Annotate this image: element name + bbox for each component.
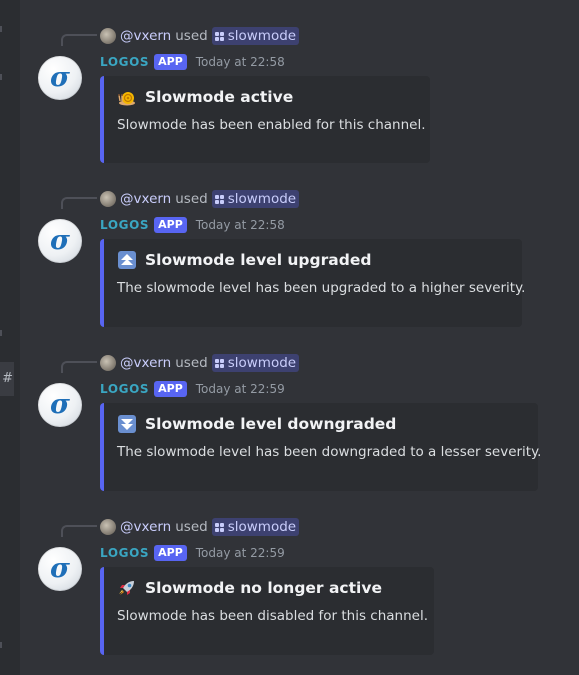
app-badge: APP [154, 381, 187, 397]
user-mention[interactable]: @vxern [120, 191, 171, 207]
embed-title: Slowmode no longer active [145, 579, 382, 597]
embed: Slowmode level downgraded The slowmode l… [100, 403, 542, 491]
channel-hash-icon[interactable]: # [0, 362, 14, 396]
embed-description: The slowmode level has been upgraded to … [117, 280, 526, 296]
bot-avatar[interactable]: σ [38, 547, 82, 591]
command-name: slowmode [227, 519, 297, 535]
channel-sidebar-edge: # [0, 0, 20, 675]
slash-command[interactable]: slowmode [211, 190, 300, 208]
snail-icon [117, 87, 137, 107]
embed-title: Slowmode level upgraded [145, 251, 372, 269]
sidebar-tick [0, 26, 2, 32]
used-label: used [175, 28, 208, 44]
message-header: LOGOS APP Today at 22:58 [100, 52, 285, 72]
embed: Slowmode no longer active Slowmode has b… [100, 567, 434, 655]
user-mention[interactable]: @vxern [120, 355, 171, 371]
author-name[interactable]: LOGOS [100, 218, 149, 232]
app-badge: APP [154, 217, 187, 233]
avatar-letter: σ [50, 552, 70, 584]
embed: Slowmode active Slowmode has been enable… [100, 76, 430, 163]
reply-connector [61, 34, 97, 46]
reply-connector [61, 525, 97, 537]
user-avatar-small[interactable] [100, 28, 116, 44]
embed-description: Slowmode has been enabled for this chann… [117, 117, 426, 133]
sidebar-tick [0, 74, 2, 80]
sidebar-tick [0, 330, 2, 336]
interaction-reply[interactable]: @vxern used slowmode [100, 353, 300, 373]
reply-connector [61, 197, 97, 209]
interaction-reply[interactable]: @vxern used slowmode [100, 26, 300, 46]
timestamp[interactable]: Today at 22:59 [196, 546, 285, 560]
message-header: LOGOS APP Today at 22:58 [100, 215, 285, 235]
timestamp[interactable]: Today at 22:59 [196, 382, 285, 396]
user-avatar-small[interactable] [100, 355, 116, 371]
command-name: slowmode [227, 355, 297, 371]
app-badge: APP [154, 54, 187, 70]
embed-description: Slowmode has been disabled for this chan… [117, 608, 428, 624]
message-header: LOGOS APP Today at 22:59 [100, 379, 285, 399]
slash-command-icon [214, 358, 224, 368]
embed-title: Slowmode level downgraded [145, 415, 397, 433]
interaction-reply[interactable]: @vxern used slowmode [100, 189, 300, 209]
user-avatar-small[interactable] [100, 191, 116, 207]
embed-title-row: Slowmode level upgraded [117, 249, 371, 271]
user-avatar-small[interactable] [100, 519, 116, 535]
author-name[interactable]: LOGOS [100, 382, 149, 396]
bot-avatar[interactable]: σ [38, 383, 82, 427]
message-header: LOGOS APP Today at 22:59 [100, 543, 285, 563]
slash-command-icon [214, 31, 224, 41]
double-down-arrow-icon [117, 414, 137, 434]
reply-connector [61, 361, 97, 373]
timestamp[interactable]: Today at 22:58 [196, 218, 285, 232]
used-label: used [175, 355, 208, 371]
user-mention[interactable]: @vxern [120, 28, 171, 44]
embed-title: Slowmode active [145, 88, 294, 106]
user-mention[interactable]: @vxern [120, 519, 171, 535]
timestamp[interactable]: Today at 22:58 [196, 55, 285, 69]
slash-command[interactable]: slowmode [211, 518, 300, 536]
embed-title-row: Slowmode level downgraded [117, 413, 396, 435]
slash-command-icon [214, 194, 224, 204]
slash-command[interactable]: slowmode [211, 27, 300, 45]
bot-avatar[interactable]: σ [38, 219, 82, 263]
avatar-letter: σ [50, 224, 70, 256]
rocket-icon [117, 578, 137, 598]
author-name[interactable]: LOGOS [100, 55, 149, 69]
command-name: slowmode [227, 191, 297, 207]
author-name[interactable]: LOGOS [100, 546, 149, 560]
embed-description: The slowmode level has been downgraded t… [117, 444, 542, 460]
app-badge: APP [154, 545, 187, 561]
sidebar-tick [0, 642, 2, 648]
used-label: used [175, 519, 208, 535]
double-up-arrow-icon [117, 250, 137, 270]
slash-command[interactable]: slowmode [211, 354, 300, 372]
slash-command-icon [214, 522, 224, 532]
embed-title-row: Slowmode active [117, 86, 293, 108]
avatar-letter: σ [50, 388, 70, 420]
used-label: used [175, 191, 208, 207]
embed-title-row: Slowmode no longer active [117, 577, 382, 599]
interaction-reply[interactable]: @vxern used slowmode [100, 517, 300, 537]
bot-avatar[interactable]: σ [38, 56, 82, 100]
avatar-letter: σ [50, 61, 70, 93]
embed: Slowmode level upgraded The slowmode lev… [100, 239, 526, 327]
command-name: slowmode [227, 28, 297, 44]
